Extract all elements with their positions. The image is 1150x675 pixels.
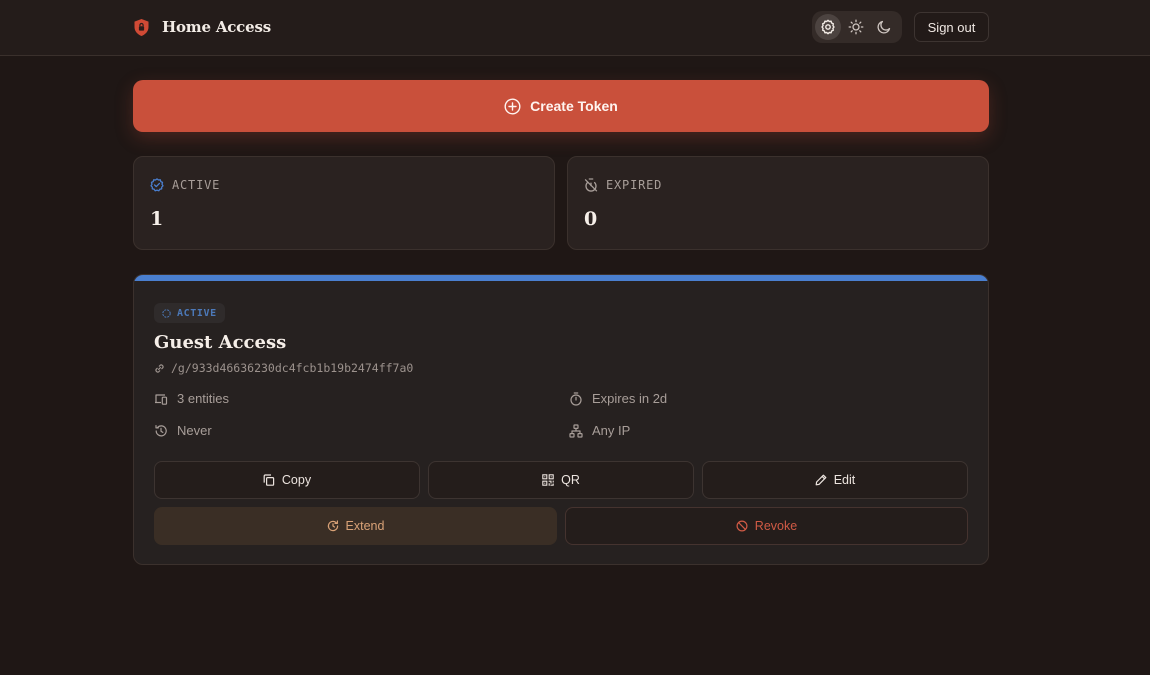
shield-icon — [134, 18, 149, 36]
timer-icon — [570, 391, 582, 406]
expired-stat-value: 0 — [584, 208, 598, 230]
app-header: Home Access Sign out — [0, 0, 1150, 56]
active-stat-card: ACTIVE 1 — [133, 156, 555, 250]
extend-button[interactable]: Extend — [154, 507, 557, 545]
create-token-button[interactable]: Create Token — [133, 80, 989, 132]
token-url-text: /g/933d46636230dc4fcb1b19b2474ff7a0 — [171, 361, 414, 375]
network-icon — [569, 423, 583, 438]
sign-out-button[interactable]: Sign out — [914, 12, 989, 42]
link-icon — [155, 363, 164, 373]
extend-label: Extend — [345, 519, 385, 533]
sun-icon — [848, 19, 864, 35]
ban-icon — [736, 520, 748, 532]
devices-icon — [155, 393, 168, 405]
last-used-meta: Never — [154, 423, 212, 438]
revoke-label: Revoke — [754, 519, 798, 533]
last-used-text: Never — [177, 423, 212, 438]
expires-text: Expires in 2d — [592, 391, 668, 406]
copy-label: Copy — [281, 473, 312, 487]
theme-switcher — [812, 11, 902, 43]
theme-system-button[interactable] — [815, 14, 841, 40]
expired-stat-card: EXPIRED 0 — [567, 156, 989, 250]
expires-meta: Expires in 2d — [569, 391, 667, 406]
ip-text: Any IP — [592, 423, 631, 438]
copy-button[interactable]: Copy — [154, 461, 420, 499]
brand[interactable]: Home Access — [133, 16, 271, 38]
token-url[interactable]: /g/933d46636230dc4fcb1b19b2474ff7a0 — [154, 361, 413, 375]
plus-circle-icon — [504, 97, 521, 115]
pencil-icon — [815, 474, 827, 486]
edit-button[interactable]: Edit — [702, 461, 968, 499]
active-stat-value: 1 — [150, 208, 164, 230]
ip-meta: Any IP — [569, 423, 630, 438]
expired-stat-label: EXPIRED — [606, 178, 663, 192]
qr-button[interactable]: QR — [428, 461, 694, 499]
app-name: Home Access — [162, 18, 271, 36]
theme-dark-button[interactable] — [871, 14, 897, 40]
timer-off-icon — [584, 178, 598, 192]
check-badge-icon — [150, 178, 164, 192]
revoke-button[interactable]: Revoke — [565, 507, 968, 545]
copy-icon — [263, 474, 275, 486]
status-color-bar — [134, 275, 988, 281]
create-token-label: Create Token — [530, 98, 618, 114]
status-badge-label: ACTIVE — [177, 307, 217, 319]
entities-text: 3 entities — [177, 391, 230, 406]
token-name: Guest Access — [154, 332, 287, 353]
theme-light-button[interactable] — [843, 14, 869, 40]
status-badge: ACTIVE — [154, 303, 225, 323]
refresh-icon — [327, 520, 338, 532]
qr-code-icon — [542, 474, 554, 486]
circle-icon — [162, 308, 171, 318]
gear-icon — [821, 19, 835, 35]
token-card: ACTIVE Guest Access /g/933d46636230dc4fc… — [133, 274, 989, 565]
active-stat-label: ACTIVE — [172, 178, 221, 192]
entities-meta: 3 entities — [154, 391, 229, 406]
moon-icon — [877, 20, 891, 34]
qr-label: QR — [561, 473, 580, 487]
edit-label: Edit — [833, 473, 856, 487]
history-icon — [155, 424, 167, 436]
